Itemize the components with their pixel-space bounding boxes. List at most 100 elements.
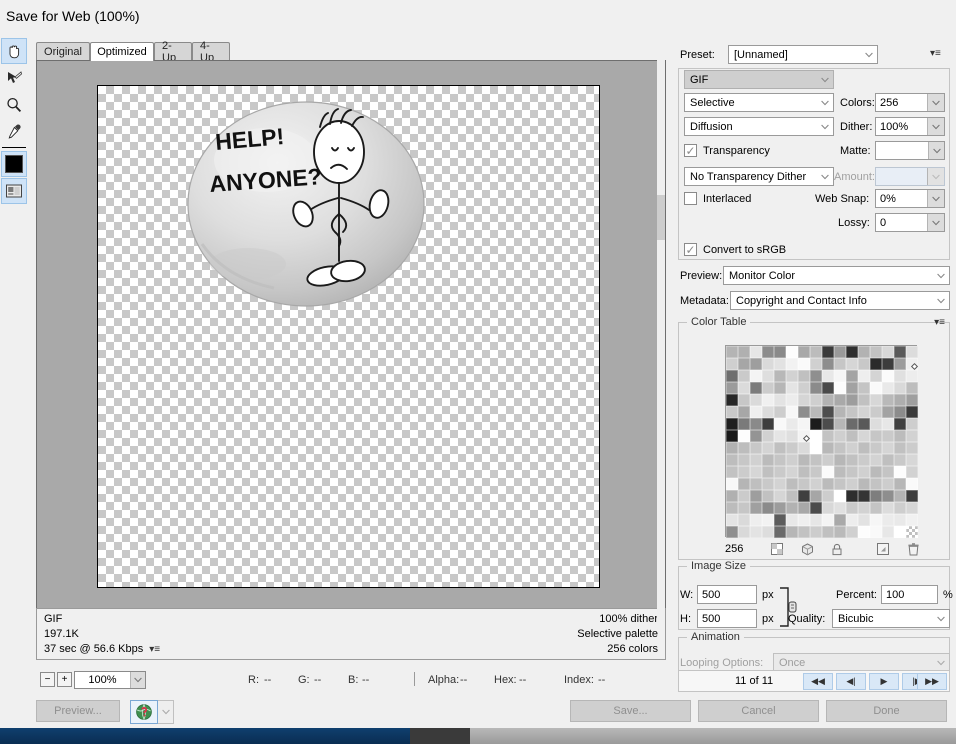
browser-select-chevron-icon[interactable] — [158, 700, 174, 724]
color-swatch[interactable] — [798, 430, 811, 443]
color-swatch[interactable] — [726, 526, 738, 538]
color-swatch[interactable] — [786, 478, 798, 490]
color-swatch[interactable] — [870, 418, 882, 430]
color-swatch[interactable] — [810, 514, 822, 526]
canvas-vertical-scrollbar-track[interactable] — [657, 60, 665, 620]
color-swatch[interactable] — [798, 502, 810, 514]
color-swatch[interactable] — [846, 382, 858, 394]
eyedropper-tool[interactable] — [1, 119, 27, 145]
color-swatch[interactable] — [798, 394, 810, 406]
preview-dropdown[interactable]: Monitor Color — [723, 266, 950, 285]
color-swatch[interactable] — [738, 358, 750, 370]
color-swatch[interactable] — [858, 466, 870, 478]
zoom-out-button[interactable]: − — [40, 672, 55, 687]
color-swatch[interactable] — [750, 514, 762, 526]
zoom-in-button[interactable]: + — [57, 672, 72, 687]
color-swatch[interactable] — [822, 466, 834, 478]
color-swatch[interactable] — [846, 454, 858, 466]
color-swatch[interactable] — [846, 370, 858, 382]
color-swatch[interactable] — [774, 406, 786, 418]
color-swatch[interactable] — [786, 442, 798, 454]
color-swatch[interactable] — [870, 406, 882, 418]
color-swatch[interactable] — [750, 502, 762, 514]
color-swatch[interactable] — [750, 478, 762, 490]
color-swatch[interactable] — [810, 502, 822, 514]
color-swatch[interactable] — [846, 406, 858, 418]
hand-tool[interactable] — [1, 38, 27, 64]
color-swatch[interactable] — [750, 454, 762, 466]
color-swatch[interactable] — [846, 502, 858, 514]
color-swatch[interactable] — [894, 418, 906, 430]
color-swatch[interactable] — [822, 346, 834, 358]
color-swatch[interactable] — [882, 442, 894, 454]
tab-4up[interactable]: 4-Up — [192, 40, 230, 64]
color-swatch[interactable] — [822, 454, 834, 466]
color-swatch[interactable] — [738, 454, 750, 466]
color-swatch[interactable] — [726, 478, 738, 490]
toggle-slices-visibility-button[interactable] — [1, 178, 27, 204]
color-swatch[interactable] — [906, 358, 919, 371]
color-swatch[interactable] — [858, 454, 870, 466]
optimized-image-canvas[interactable]: HELP! ANYONE? — [97, 85, 600, 588]
color-swatch[interactable] — [762, 466, 774, 478]
tab-2up[interactable]: 2-Up — [154, 40, 192, 64]
color-swatch[interactable] — [774, 370, 786, 382]
color-swatch[interactable] — [858, 490, 870, 502]
color-swatch[interactable] — [894, 502, 906, 514]
color-swatch[interactable] — [726, 394, 738, 406]
dither-algorithm-dropdown[interactable]: Diffusion — [684, 117, 834, 136]
color-swatch[interactable] — [870, 478, 882, 490]
color-swatch[interactable] — [738, 346, 750, 358]
color-swatch[interactable] — [726, 490, 738, 502]
color-swatch[interactable] — [810, 358, 822, 370]
color-swatch[interactable] — [906, 490, 918, 502]
color-swatch[interactable] — [798, 478, 810, 490]
color-swatch[interactable] — [798, 346, 810, 358]
color-swatch[interactable] — [786, 514, 798, 526]
color-swatch[interactable] — [774, 418, 786, 430]
color-swatch[interactable] — [834, 358, 846, 370]
color-swatch[interactable] — [894, 382, 906, 394]
color-swatch[interactable] — [858, 502, 870, 514]
color-swatch[interactable] — [870, 514, 882, 526]
color-swatch[interactable] — [810, 526, 822, 538]
color-swatch[interactable] — [798, 490, 810, 502]
color-swatch[interactable] — [750, 346, 762, 358]
color-swatch[interactable] — [834, 454, 846, 466]
color-swatch[interactable] — [750, 526, 762, 538]
color-swatch[interactable] — [834, 394, 846, 406]
color-swatch[interactable] — [774, 430, 786, 442]
color-swatch[interactable] — [822, 358, 834, 370]
color-swatch[interactable] — [870, 394, 882, 406]
color-swatch[interactable] — [870, 382, 882, 394]
color-swatch[interactable] — [762, 406, 774, 418]
color-swatch[interactable] — [738, 442, 750, 454]
color-swatch[interactable] — [906, 466, 918, 478]
chevron-down-icon[interactable] — [927, 94, 944, 111]
color-swatch[interactable] — [726, 454, 738, 466]
color-swatch[interactable] — [738, 370, 750, 382]
color-swatch[interactable] — [726, 466, 738, 478]
color-swatch[interactable] — [870, 370, 882, 382]
color-swatch[interactable] — [882, 370, 894, 382]
color-swatch[interactable] — [762, 382, 774, 394]
color-swatch[interactable] — [774, 478, 786, 490]
color-swatch[interactable] — [762, 346, 774, 358]
color-swatch[interactable] — [750, 394, 762, 406]
color-swatch[interactable] — [822, 502, 834, 514]
color-swatch[interactable] — [882, 490, 894, 502]
color-swatch[interactable] — [738, 502, 750, 514]
quality-dropdown[interactable]: Bicubic — [832, 609, 950, 628]
color-swatch[interactable] — [738, 526, 750, 538]
color-swatch[interactable] — [810, 394, 822, 406]
color-swatch[interactable] — [882, 514, 894, 526]
color-swatch[interactable] — [810, 442, 822, 454]
chevron-down-icon[interactable] — [927, 190, 944, 207]
color-swatch[interactable] — [846, 478, 858, 490]
color-swatch[interactable] — [762, 358, 774, 370]
color-swatch[interactable] — [894, 478, 906, 490]
tab-optimized[interactable]: Optimized — [90, 42, 154, 61]
color-swatch[interactable] — [834, 430, 846, 442]
interlaced-checkbox[interactable] — [684, 192, 697, 205]
color-swatch[interactable] — [762, 394, 774, 406]
